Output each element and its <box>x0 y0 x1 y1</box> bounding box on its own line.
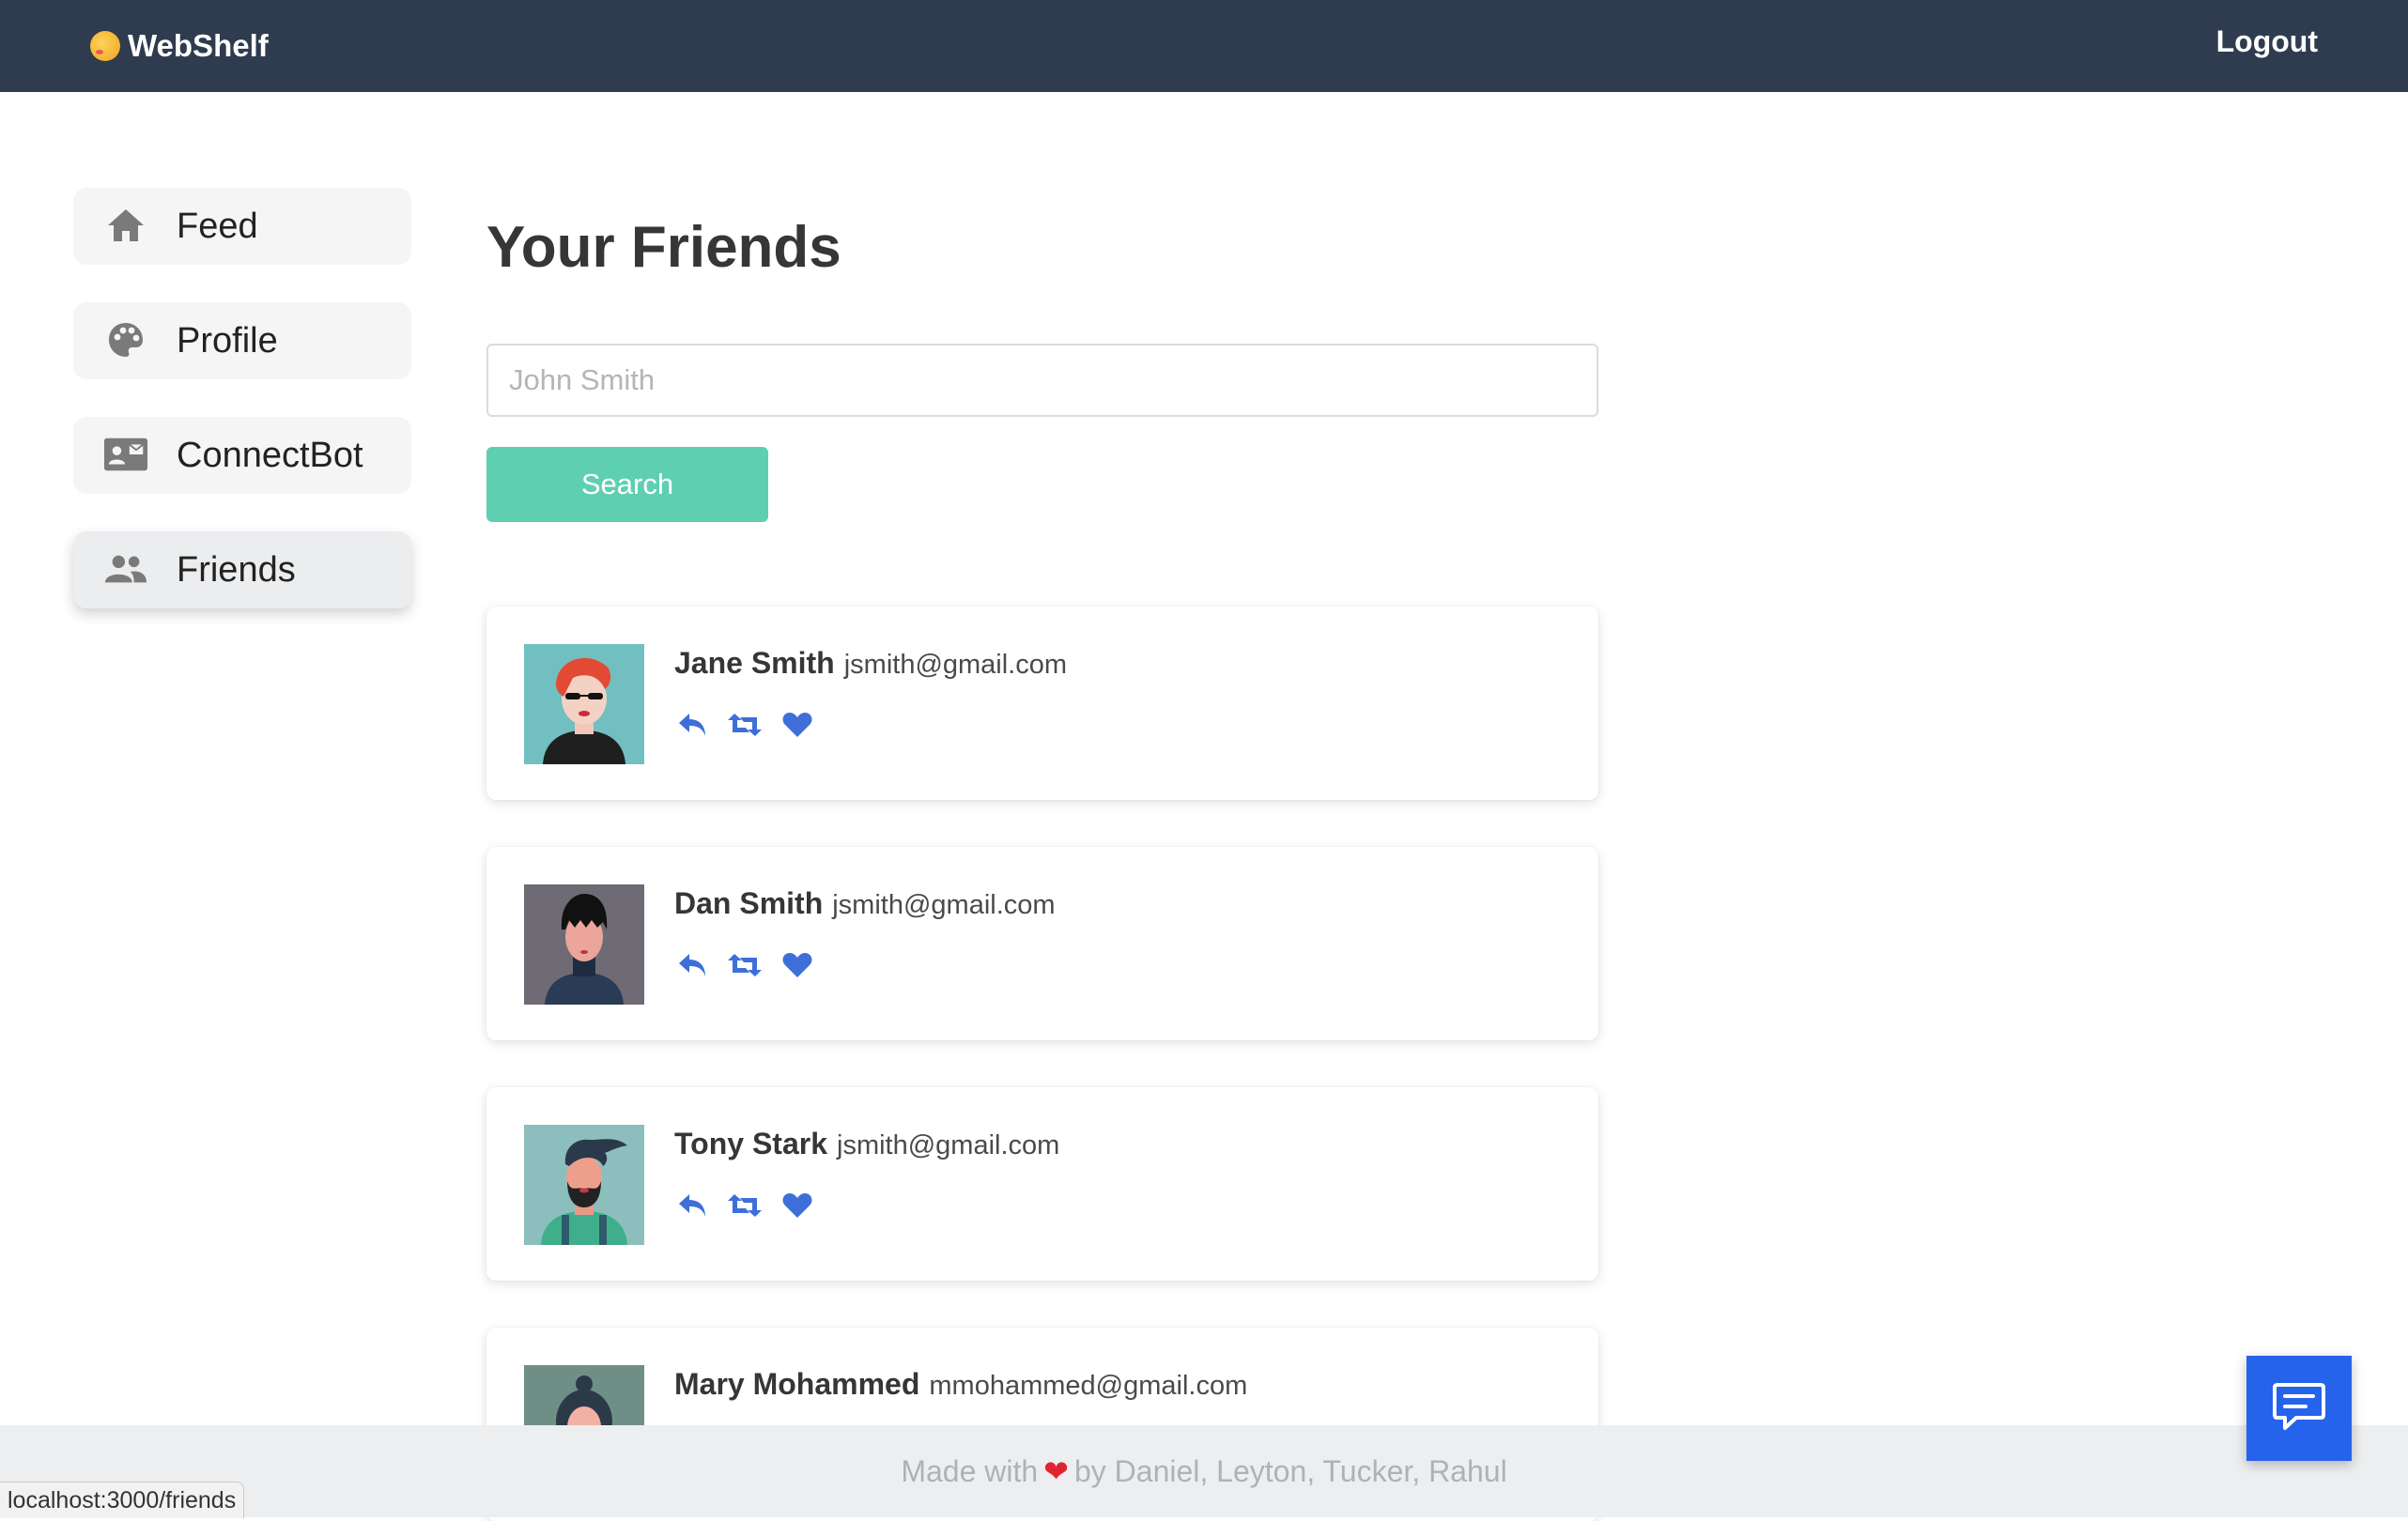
retweet-icon[interactable] <box>727 1189 763 1222</box>
sidebar-item-profile[interactable]: Profile <box>73 302 411 379</box>
sidebar-item-label: Profile <box>177 320 278 361</box>
sidebar-item-friends[interactable]: Friends <box>73 531 411 608</box>
heart-icon[interactable] <box>780 708 815 742</box>
retweet-icon[interactable] <box>727 708 763 742</box>
top-navbar: WebShelf Logout <box>0 0 2408 92</box>
page-title: Your Friends <box>486 215 841 280</box>
friend-name-line: Tony Stark jsmith@gmail.com <box>674 1127 1059 1161</box>
id-card-icon <box>103 434 148 475</box>
heart-icon: ❤ <box>1043 1454 1069 1488</box>
logout-button[interactable]: Logout <box>2216 24 2318 59</box>
search-button[interactable]: Search <box>486 447 768 522</box>
smiling-face-emoji-icon <box>90 31 120 61</box>
sidebar-item-label: Friends <box>177 549 296 590</box>
footer-prefix: Made with <box>901 1453 1039 1488</box>
avatar <box>524 1125 644 1245</box>
users-icon <box>103 548 148 590</box>
sidebar-item-connectbot[interactable]: ConnectBot <box>73 417 411 494</box>
friend-email: jsmith@gmail.com <box>832 890 1056 920</box>
friend-name-line: Jane Smith jsmith@gmail.com <box>674 646 1067 681</box>
friend-email: jsmith@gmail.com <box>843 650 1068 680</box>
browser-status-url: localhost:3000/friends <box>0 1482 245 1518</box>
reply-icon[interactable] <box>674 1189 710 1222</box>
avatar <box>524 884 644 1005</box>
sidebar-item-feed[interactable]: Feed <box>73 188 411 265</box>
friend-card: Dan Smith jsmith@gmail.com <box>486 847 1598 1040</box>
page-footer: Made with ❤ by Daniel, Leyton, Tucker, R… <box>0 1425 2408 1517</box>
reply-icon[interactable] <box>674 948 710 982</box>
friend-name[interactable]: Tony Stark <box>674 1127 827 1160</box>
chat-button[interactable] <box>2246 1356 2352 1461</box>
friend-card: Jane Smith jsmith@gmail.com <box>486 607 1598 800</box>
friend-email: jsmith@gmail.com <box>837 1130 1060 1160</box>
heart-icon[interactable] <box>780 1189 815 1222</box>
friend-email: mmohammed@gmail.com <box>929 1371 1248 1401</box>
friend-name-line: Dan Smith jsmith@gmail.com <box>674 886 1056 921</box>
friend-name[interactable]: Jane Smith <box>674 646 835 680</box>
avatar <box>524 644 644 764</box>
friend-name[interactable]: Dan Smith <box>674 886 823 920</box>
chat-icon <box>2272 1381 2326 1436</box>
card-actions <box>674 708 815 742</box>
friend-name[interactable]: Mary Mohammed <box>674 1367 919 1401</box>
palette-icon <box>103 319 148 361</box>
card-actions <box>674 1189 815 1222</box>
heart-icon[interactable] <box>780 948 815 982</box>
friend-name-line: Mary Mohammed mmohammed@gmail.com <box>674 1367 1247 1402</box>
friend-card: Tony Stark jsmith@gmail.com <box>486 1087 1598 1281</box>
card-actions <box>674 948 815 982</box>
sidebar-item-label: ConnectBot <box>177 435 363 475</box>
friend-search-input[interactable] <box>486 344 1598 417</box>
home-icon <box>103 205 148 246</box>
footer-credits: by Daniel, Leyton, Tucker, Rahul <box>1073 1453 1507 1488</box>
reply-icon[interactable] <box>674 708 710 742</box>
retweet-icon[interactable] <box>727 948 763 982</box>
sidebar-item-label: Feed <box>177 206 258 246</box>
brand-link[interactable]: WebShelf <box>90 25 269 67</box>
brand-name: WebShelf <box>128 28 269 63</box>
